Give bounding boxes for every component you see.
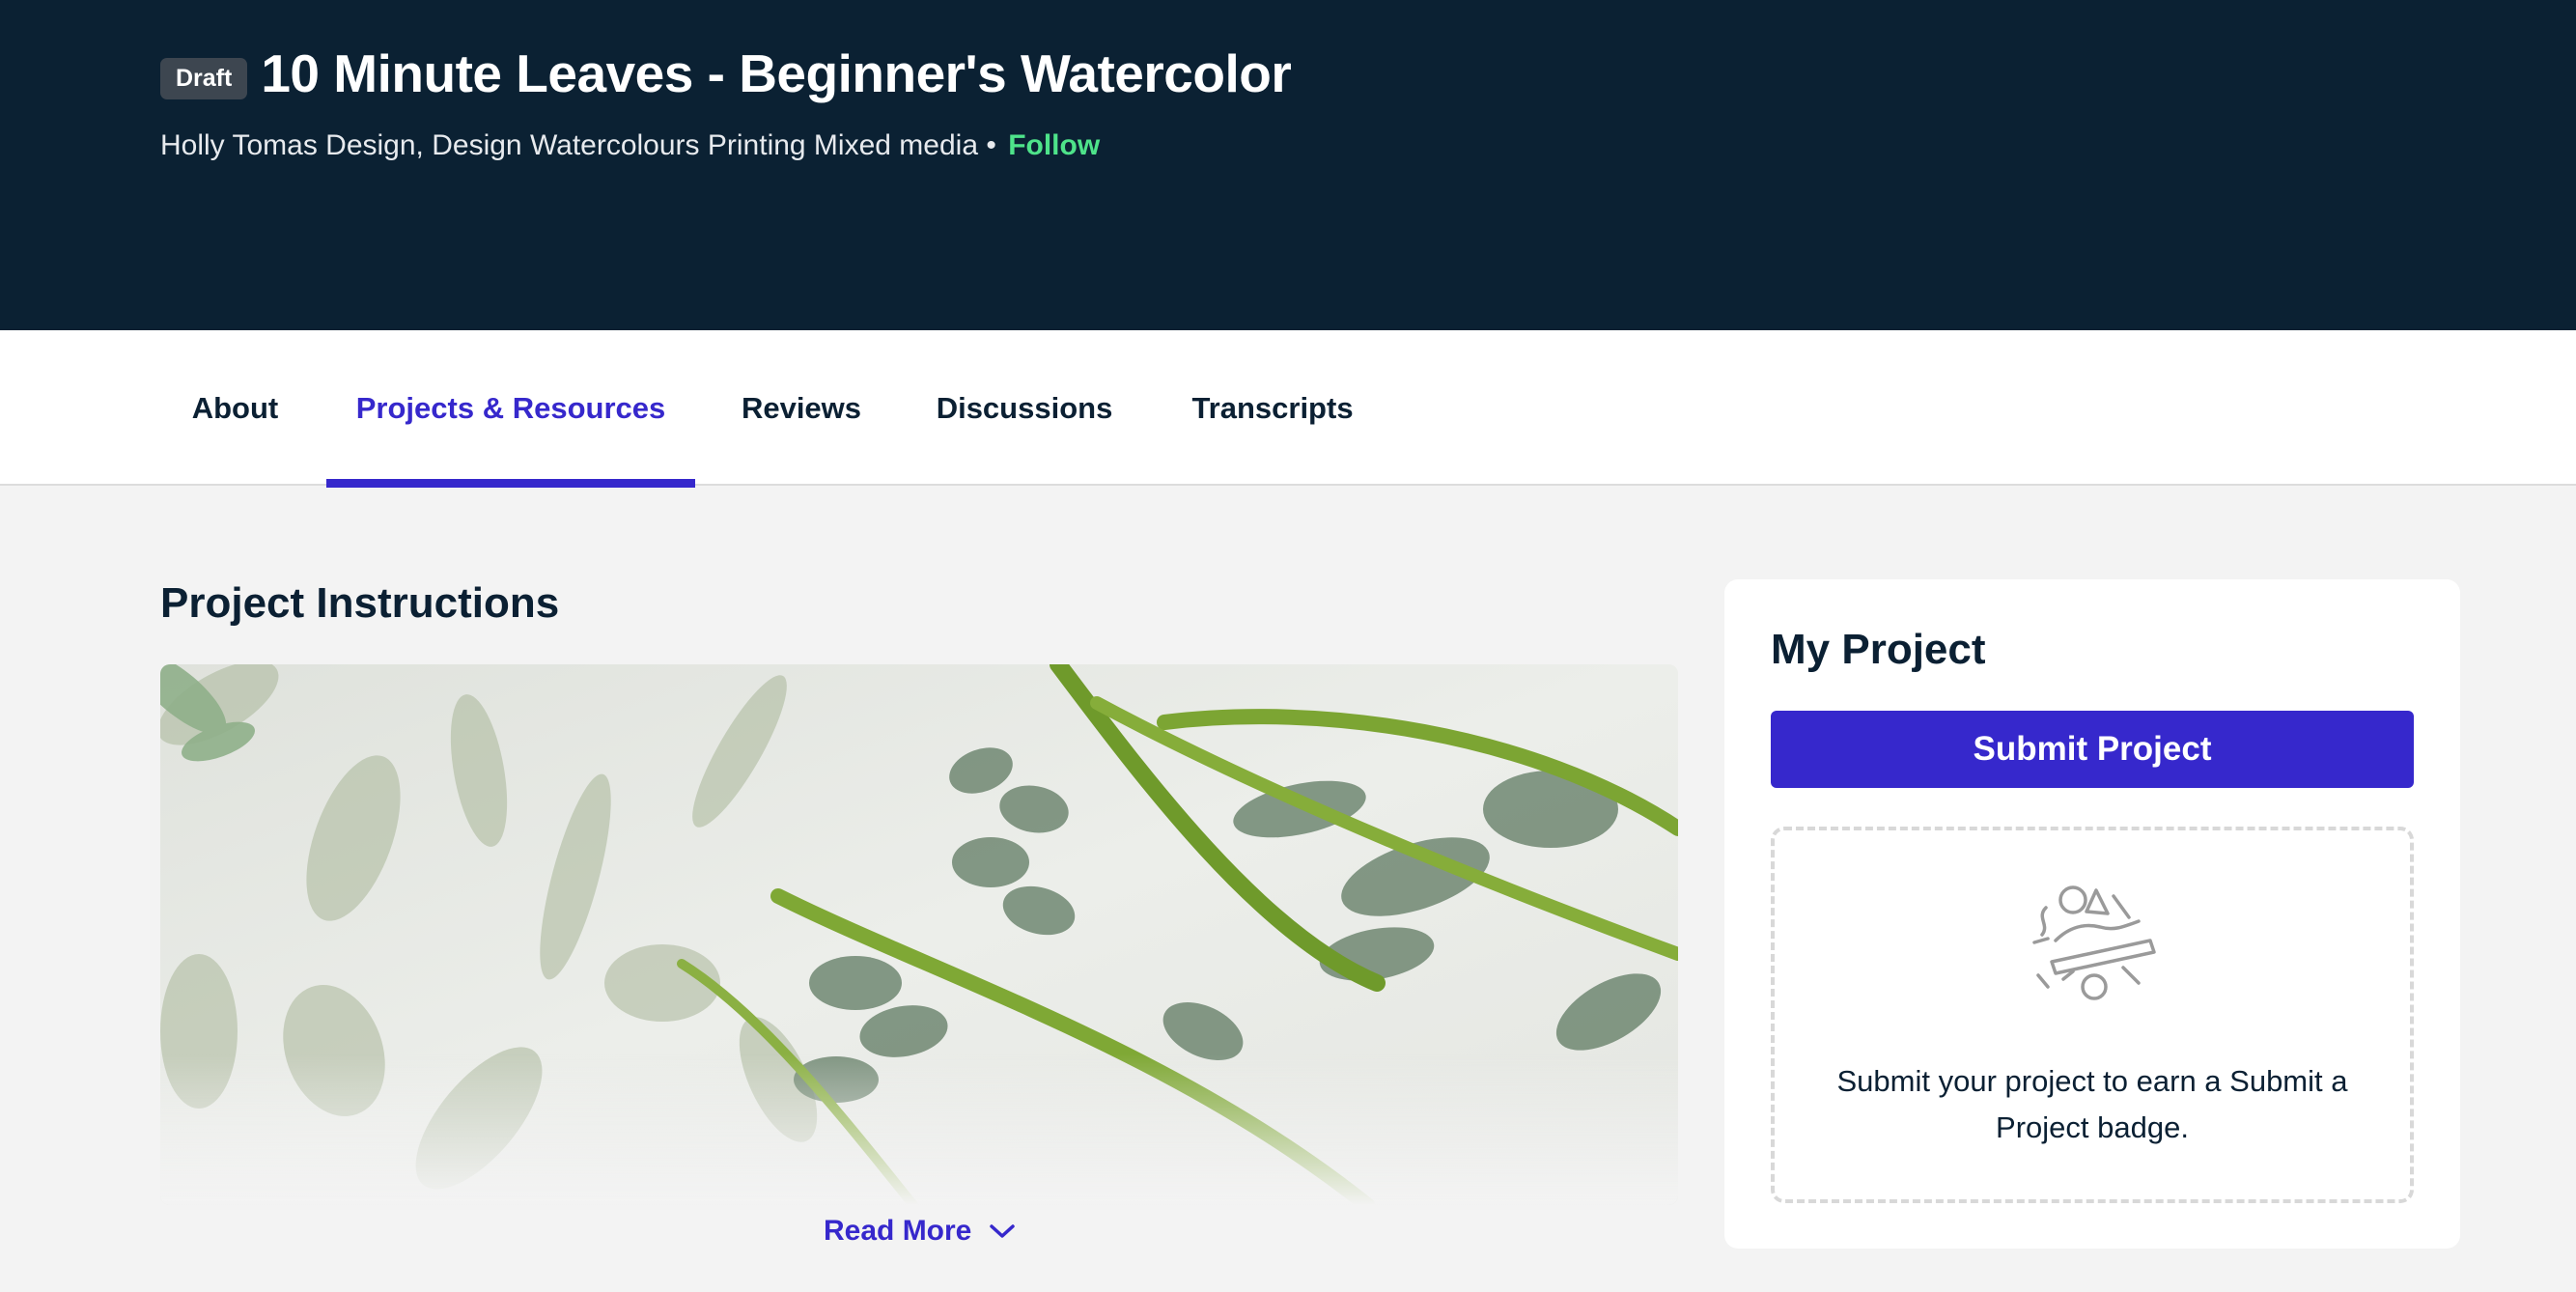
my-project-card: My Project Submit Project Submit your pr… bbox=[1724, 579, 2460, 1249]
read-more-button[interactable]: Read More bbox=[824, 1215, 1016, 1248]
course-header: Draft 10 Minute Leaves - Beginner's Wate… bbox=[0, 0, 2576, 330]
title-row: Draft 10 Minute Leaves - Beginner's Wate… bbox=[160, 42, 1292, 104]
tab-transcripts[interactable]: Transcripts bbox=[1158, 330, 1387, 486]
tab-about[interactable]: About bbox=[160, 330, 310, 486]
card-title: My Project bbox=[1771, 626, 1986, 673]
draft-badge: Draft bbox=[160, 57, 248, 99]
tab-label: Projects & Resources bbox=[355, 390, 666, 425]
author-line: Holly Tomas Design, Design Watercolours … bbox=[160, 129, 1100, 162]
tab-discussions[interactable]: Discussions bbox=[908, 330, 1141, 486]
dropzone-text: Submit your project to earn a Submit a P… bbox=[1836, 1064, 2348, 1144]
tab-label: About bbox=[191, 390, 279, 425]
follow-link[interactable]: Follow bbox=[1008, 129, 1100, 161]
author-text: Holly Tomas Design, Design Watercolours … bbox=[160, 129, 996, 161]
tab-bar: About Projects & Resources Reviews Discu… bbox=[0, 330, 2576, 488]
course-title: 10 Minute Leaves - Beginner's Watercolor bbox=[261, 43, 1292, 103]
tab-label: Reviews bbox=[741, 390, 862, 425]
tab-reviews[interactable]: Reviews bbox=[712, 330, 891, 486]
tab-label: Discussions bbox=[936, 390, 1113, 425]
project-cover-image bbox=[160, 664, 1678, 1205]
read-more-label: Read More bbox=[824, 1215, 972, 1247]
project-dropzone[interactable]: Submit your project to earn a Submit a P… bbox=[1771, 827, 2414, 1203]
chevron-down-icon bbox=[990, 1224, 1016, 1238]
active-tab-indicator bbox=[326, 479, 695, 488]
tab-projects-resources[interactable]: Projects & Resources bbox=[326, 330, 695, 488]
submit-project-button[interactable]: Submit Project bbox=[1771, 711, 2414, 788]
tab-label: Transcripts bbox=[1191, 390, 1354, 425]
section-title: Project Instructions bbox=[160, 579, 560, 627]
project-badge-icon bbox=[2032, 885, 2156, 1000]
watercolor-leaves-illustration bbox=[160, 664, 1678, 1205]
